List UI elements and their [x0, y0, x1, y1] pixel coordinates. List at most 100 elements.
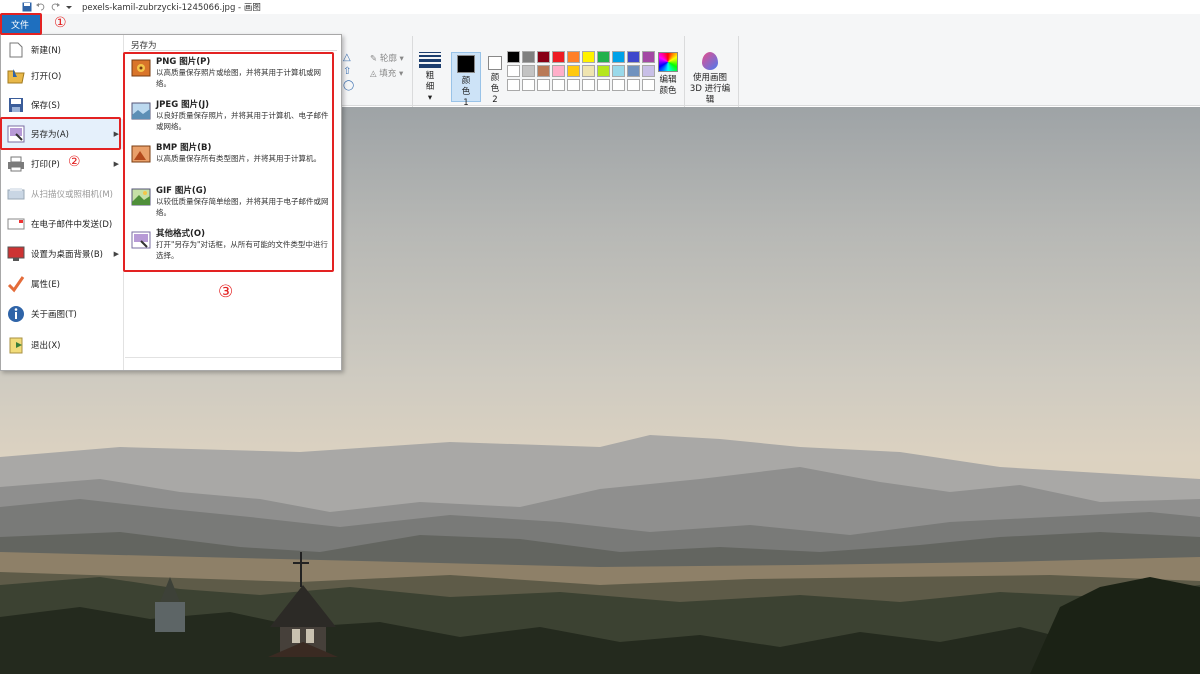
chevron-down-icon[interactable] [64, 2, 74, 12]
palette-swatch[interactable] [612, 79, 625, 91]
new-file-icon [7, 41, 25, 59]
highlight-save-as [0, 117, 121, 150]
palette-swatch[interactable] [597, 79, 610, 91]
chevron-right-icon: ▶ [113, 250, 119, 258]
palette-swatch[interactable] [537, 51, 550, 63]
email-icon [7, 215, 25, 233]
menu-item-print[interactable]: 打印(P) ▶ [1, 149, 124, 179]
exit-icon [7, 336, 25, 354]
palette-swatch[interactable] [507, 79, 520, 91]
palette-swatch[interactable] [567, 79, 580, 91]
menu-item-open[interactable]: 打开(O) [1, 61, 124, 91]
palette-swatch[interactable] [582, 79, 595, 91]
menu-item-label: 退出(X) [31, 341, 61, 351]
print-icon [7, 155, 25, 173]
scanner-icon [7, 185, 25, 203]
thickness-label: 粗细 [425, 71, 435, 92]
shapes-gallery[interactable]: △ ⇧ ◯ [343, 52, 354, 92]
thickness-button[interactable]: 粗细 ▾ [417, 52, 443, 104]
chevron-right-icon: ▶ [113, 160, 119, 168]
palette-swatch[interactable] [612, 65, 625, 77]
menu-item-email[interactable]: 在电子邮件中发送(D) [1, 209, 124, 239]
ribbon-separator [738, 36, 739, 116]
palette-swatch[interactable] [642, 51, 655, 63]
checkmark-icon [7, 275, 25, 293]
color-palette [507, 51, 655, 91]
palette-swatch[interactable] [537, 79, 550, 91]
fill-button[interactable]: ◬ 填充 ▾ [370, 67, 404, 79]
menu-item-label: 属性(E) [31, 280, 61, 290]
palette-swatch[interactable] [597, 51, 610, 63]
palette-swatch[interactable] [642, 65, 655, 77]
save-icon[interactable] [22, 2, 32, 12]
save-icon [7, 96, 25, 114]
triangle-shape-icon[interactable]: △ [343, 52, 354, 64]
palette-swatch[interactable] [507, 51, 520, 63]
window-title: pexels-kamil-zubrzycki-1245066.jpg - 画图 [82, 3, 261, 13]
menu-item-exit[interactable]: 退出(X) [1, 330, 124, 360]
palette-swatch[interactable] [582, 65, 595, 77]
palette-swatch[interactable] [552, 65, 565, 77]
menu-item-label: 打印(P) [31, 160, 60, 170]
color1-button[interactable]: 颜色 1 [451, 52, 481, 108]
palette-swatch[interactable] [597, 65, 610, 77]
paint3d-button[interactable]: 使用画图 3D 进行编辑 [687, 52, 733, 106]
highlight-format-options [123, 52, 334, 272]
palette-swatch[interactable] [567, 51, 580, 63]
menu-item-label: 设置为桌面背景(B) [31, 250, 103, 260]
undo-icon[interactable] [36, 2, 46, 12]
edit-colors-label: 编辑颜色 [659, 75, 677, 96]
menu-item-about[interactable]: 关于画图(T) [1, 299, 124, 329]
ribbon-separator [412, 36, 413, 116]
palette-swatch[interactable] [627, 79, 640, 91]
menu-item-desktop-bg[interactable]: 设置为桌面背景(B) ▶ [1, 239, 124, 269]
palette-swatch[interactable] [582, 51, 595, 63]
divider [129, 50, 337, 51]
menu-item-label: 关于画图(T) [31, 310, 77, 320]
menu-item-properties[interactable]: 属性(E) [1, 269, 124, 299]
menu-item-label: 在电子邮件中发送(D) [31, 220, 113, 230]
ribbon-separator [684, 36, 685, 116]
menu-item-scanner[interactable]: 从扫描仪或照相机(M) [1, 179, 124, 209]
callout-shape-icon[interactable]: ◯ [343, 80, 354, 92]
menu-item-save[interactable]: 保存(S) [1, 90, 124, 120]
highlight-file-tab [0, 13, 42, 35]
paint3d-icon [702, 52, 718, 70]
step2-marker: ② [68, 154, 81, 170]
title-bar: pexels-kamil-zubrzycki-1245066.jpg - 画图 [0, 0, 1200, 14]
palette-swatch[interactable] [627, 51, 640, 63]
color1-swatch [457, 55, 475, 73]
color2-label: 颜色 2 [490, 73, 500, 105]
palette-swatch[interactable] [522, 51, 535, 63]
quick-access-toolbar [0, 2, 74, 12]
step1-marker: ① [54, 15, 67, 31]
palette-swatch[interactable] [567, 65, 580, 77]
chevron-down-icon: ▾ [427, 93, 433, 103]
color2-button[interactable]: 颜色 2 [480, 52, 510, 105]
palette-swatch[interactable] [642, 79, 655, 91]
palette-swatch[interactable] [507, 65, 520, 77]
palette-swatch[interactable] [552, 79, 565, 91]
file-menu-commands: 新建(N) 打开(O) 保存(S) 另存为(A) ▶ 打印(P) ▶ 从扫描仪或… [1, 35, 124, 370]
palette-swatch[interactable] [537, 65, 550, 77]
thickness-icon [417, 52, 443, 68]
palette-swatch[interactable] [522, 65, 535, 77]
arrow-shape-icon[interactable]: ⇧ [343, 66, 354, 78]
step3-marker: ③ [218, 282, 234, 302]
palette-swatch[interactable] [522, 79, 535, 91]
outline-button[interactable]: ✎ 轮廓 ▾ [370, 52, 404, 64]
palette-swatch[interactable] [552, 51, 565, 63]
paint3d-label: 使用画图 3D 进行编辑 [689, 73, 731, 105]
desktop-icon [7, 245, 25, 263]
menu-item-label: 从扫描仪或照相机(M) [31, 190, 113, 200]
fill-label: 填充 [379, 69, 397, 79]
menu-item-label: 打开(O) [31, 72, 62, 82]
divider [125, 357, 341, 358]
outline-fill-group: ✎ 轮廓 ▾ ◬ 填充 ▾ [370, 52, 404, 79]
menu-item-label: 新建(N) [31, 46, 61, 56]
redo-icon[interactable] [50, 2, 60, 12]
palette-swatch[interactable] [627, 65, 640, 77]
palette-swatch[interactable] [612, 51, 625, 63]
edit-colors-button[interactable]: 编辑颜色 [655, 52, 681, 97]
outline-label: 轮廓 [379, 54, 397, 64]
